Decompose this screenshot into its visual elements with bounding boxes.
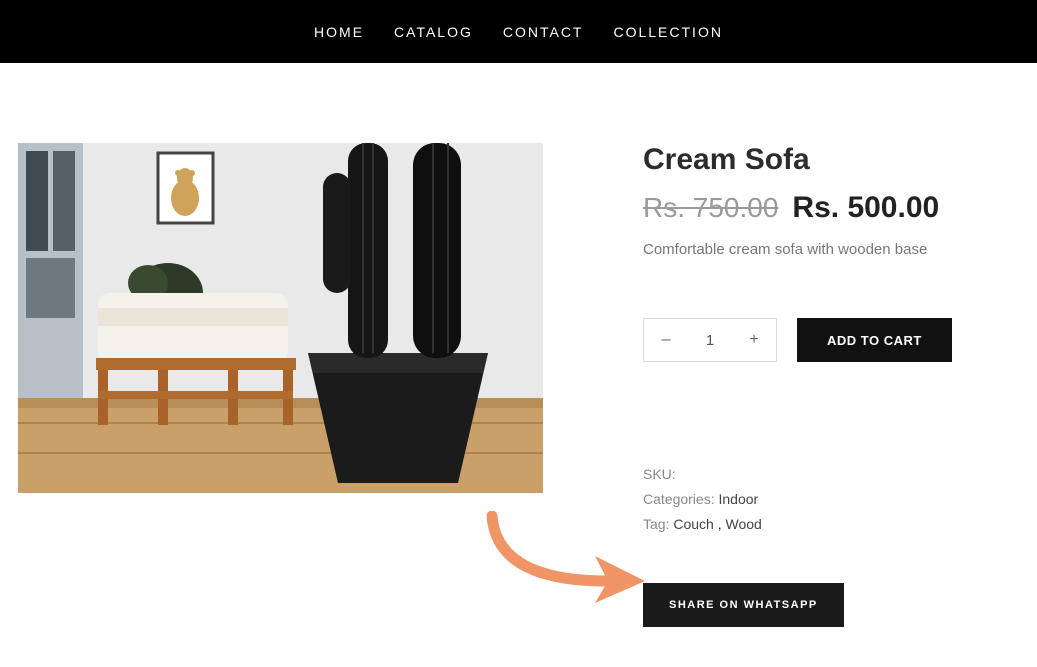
product-page: Cream Sofa Rs. 750.00 Rs. 500.00 Comfort… [0, 63, 1037, 667]
sku-row: SKU: [643, 462, 1019, 487]
main-navbar: HOME CATALOG CONTACT COLLECTION [0, 0, 1037, 63]
product-image[interactable] [18, 143, 543, 493]
tag-label: Tag: [643, 516, 669, 532]
categories-label: Categories: [643, 491, 715, 507]
nav-catalog[interactable]: CATALOG [394, 24, 473, 40]
quantity-stepper: – + [643, 318, 777, 362]
qty-input[interactable] [688, 319, 732, 361]
tag-link-wood[interactable]: Wood [726, 516, 762, 532]
qty-increase-button[interactable]: + [732, 319, 776, 361]
categories-row: Categories: Indoor [643, 487, 1019, 512]
price-row: Rs. 750.00 Rs. 500.00 [643, 191, 1019, 225]
tag-link-couch[interactable]: Couch [673, 516, 713, 532]
add-to-cart-button[interactable]: ADD TO CART [797, 318, 952, 362]
product-meta: SKU: Categories: Indoor Tag: Couch , Woo… [643, 462, 1019, 538]
qty-decrease-button[interactable]: – [644, 319, 688, 361]
category-link[interactable]: Indoor [718, 491, 758, 507]
nav-contact[interactable]: CONTACT [503, 24, 584, 40]
price-old: Rs. 750.00 [643, 192, 778, 224]
tags-row: Tag: Couch , Wood [643, 512, 1019, 537]
price-new: Rs. 500.00 [792, 191, 939, 225]
share-whatsapp-button[interactable]: SHARE ON WHATSAPP [643, 583, 844, 627]
product-image-column [18, 143, 543, 627]
product-description: Comfortable cream sofa with wooden base [643, 241, 1019, 258]
sku-label: SKU: [643, 466, 676, 482]
tag-separator: , [714, 516, 726, 532]
nav-collection[interactable]: COLLECTION [613, 24, 722, 40]
purchase-row: – + ADD TO CART [643, 318, 1019, 362]
product-title: Cream Sofa [643, 143, 1019, 177]
nav-home[interactable]: HOME [314, 24, 364, 40]
product-details-column: Cream Sofa Rs. 750.00 Rs. 500.00 Comfort… [643, 143, 1019, 627]
